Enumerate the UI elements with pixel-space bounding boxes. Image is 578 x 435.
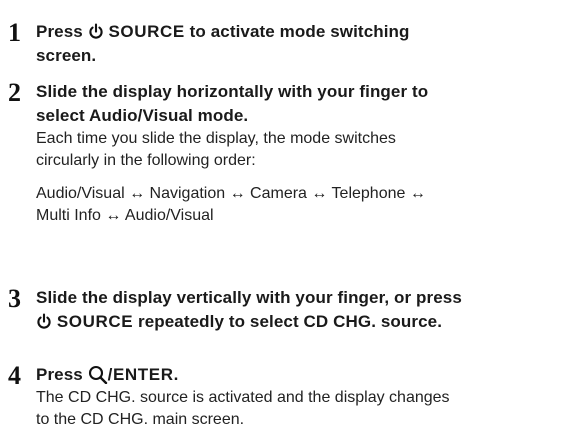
step-heading-line: screen.: [36, 46, 97, 65]
mode-sequence-line: Multi Info ↔ Audio/Visual: [36, 207, 214, 224]
step-content: Slide the display horizontally with your…: [36, 80, 568, 227]
step-heading-line: Slide the display vertically with your f…: [36, 288, 462, 307]
step-heading-text: Press: [36, 22, 83, 41]
step-body-line: to the CD CHG. main screen.: [36, 411, 245, 428]
enter-button-label: /ENTER: [107, 365, 174, 384]
step-content: Press /ENTER. The CD CHG. source is acti…: [36, 363, 568, 431]
step-heading-text: repeatedly to select CD CHG. source.: [138, 312, 443, 331]
source-button-label: SOURCE: [108, 22, 185, 41]
step-body-line: circularly in the following order:: [36, 152, 256, 169]
step-heading-text: to activate mode switching: [189, 22, 410, 41]
step-content: Slide the display vertically with your f…: [36, 286, 568, 334]
step-number: 4: [8, 361, 21, 390]
step-number: 2: [8, 78, 21, 107]
step-heading-line: Press /ENTER.: [36, 363, 568, 387]
step-heading-line: Press SOURCE to activate mode switching: [36, 20, 568, 44]
step-heading-text: .: [173, 365, 179, 384]
step-number: 1: [8, 18, 21, 47]
step-number: 3: [8, 284, 21, 313]
source-button-label: SOURCE: [56, 312, 134, 331]
step-body-line: The CD CHG. source is activated and the …: [36, 389, 450, 406]
power-icon: [36, 313, 52, 330]
search-icon: [88, 365, 108, 384]
step-body-line: Each time you slide the display, the mod…: [36, 130, 396, 147]
step-heading-line: select Audio/Visual mode.: [36, 106, 249, 125]
step-heading-line: SOURCE repeatedly to select CD CHG. sour…: [36, 310, 568, 334]
power-icon: [88, 23, 104, 40]
step-heading-line: Slide the display horizontally with your…: [36, 82, 429, 101]
mode-sequence-line: Audio/Visual ↔ Navigation ↔ Camera ↔ Tel…: [36, 185, 426, 202]
step-content: Press SOURCE to activate mode switching …: [36, 20, 568, 68]
step-heading-text: Press: [36, 365, 83, 384]
